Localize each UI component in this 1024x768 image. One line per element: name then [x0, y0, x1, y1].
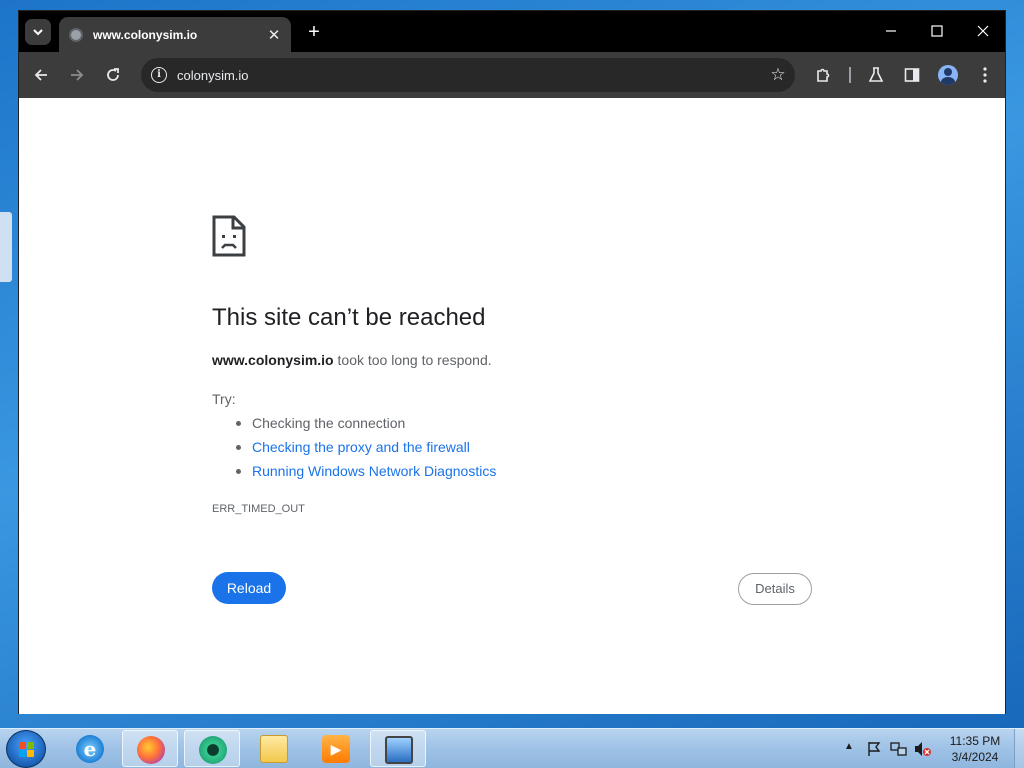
network-icon[interactable] — [890, 741, 908, 757]
side-panel-button[interactable] — [898, 61, 926, 89]
tab-search-button[interactable] — [25, 19, 51, 45]
error-title: This site can’t be reached — [212, 304, 486, 331]
maximize-icon — [931, 25, 943, 37]
minimize-button[interactable] — [871, 19, 911, 45]
sad-page-icon — [212, 215, 246, 257]
extensions-button[interactable] — [809, 61, 837, 89]
chevron-down-icon — [33, 28, 43, 35]
tab-colonysim[interactable]: www.colonysim.io ✕ — [59, 17, 291, 52]
reload-toolbar-button[interactable] — [99, 61, 127, 89]
address-bar[interactable]: i colonysim.io ☆ — [141, 58, 795, 92]
bookmark-star-icon[interactable]: ☆ — [761, 65, 795, 85]
globe-icon — [69, 27, 83, 42]
suggestion-network-diagnostics-link[interactable]: Running Windows Network Diagnostics — [235, 463, 496, 479]
info-icon[interactable]: i — [151, 67, 167, 83]
taskbar-media-player[interactable]: ▶ — [308, 730, 364, 767]
system-tray: ▲ — [844, 729, 936, 768]
browser-app-icon — [199, 736, 227, 764]
details-button[interactable]: Details — [738, 573, 812, 605]
taskbar-remote-desktop[interactable] — [370, 730, 426, 767]
error-code: ERR_TIMED_OUT — [212, 503, 305, 515]
menu-button[interactable] — [971, 61, 999, 89]
suggestion-check-proxy-link[interactable]: Checking the proxy and the firewall — [236, 439, 470, 455]
more-vertical-icon — [983, 67, 987, 83]
taskbar: e ▶ ▲ 11:35 PM 3/4/2024 — [0, 728, 1024, 768]
desktop-side-panel[interactable] — [0, 212, 12, 282]
arrow-left-icon — [34, 69, 47, 81]
show-desktop-button[interactable] — [1014, 729, 1024, 768]
back-button[interactable] — [27, 61, 55, 89]
taskbar-firefox[interactable] — [122, 730, 178, 767]
new-tab-button[interactable]: + — [301, 19, 327, 45]
error-desc-text: took too long to respond. — [333, 352, 492, 368]
media-player-icon: ▶ — [322, 735, 350, 763]
browser-window: www.colonysim.io ✕ + i colonysim.io ☆ Th… — [18, 10, 1006, 714]
start-button[interactable] — [6, 730, 46, 768]
close-window-button[interactable] — [963, 19, 1003, 45]
arrow-right-icon — [71, 69, 84, 81]
taskbar-chrome-beta[interactable] — [184, 730, 240, 767]
error-host: www.colonysim.io — [212, 352, 334, 368]
error-description: www.colonysim.io took too long to respon… — [212, 352, 492, 368]
tab-title: www.colonysim.io — [93, 27, 198, 42]
computer-monitor-icon — [385, 736, 413, 764]
refresh-icon — [107, 68, 119, 81]
url-text[interactable]: colonysim.io — [177, 68, 761, 83]
puzzle-icon — [817, 68, 830, 82]
clock[interactable]: 11:35 PM 3/4/2024 — [940, 733, 1010, 765]
folder-icon — [260, 735, 288, 763]
minimize-icon — [886, 30, 896, 32]
tab-strip: www.colonysim.io ✕ + — [19, 11, 1005, 52]
flask-icon — [868, 67, 884, 82]
taskbar-internet-explorer[interactable]: e — [62, 730, 118, 767]
internet-explorer-icon: e — [76, 735, 104, 763]
try-label: Try: — [212, 391, 236, 407]
browser-toolbar: i colonysim.io ☆ — [19, 52, 1005, 98]
side-panel-icon — [904, 68, 920, 82]
forward-button[interactable] — [63, 61, 91, 89]
clock-time: 11:35 PM — [949, 734, 1001, 748]
maximize-button[interactable] — [917, 19, 957, 45]
volume-muted-icon[interactable] — [914, 741, 932, 757]
reload-button[interactable]: Reload — [212, 572, 286, 604]
close-icon — [977, 25, 989, 37]
labs-button[interactable] — [862, 61, 890, 89]
page-content: This site can’t be reached www.colonysim… — [19, 98, 1005, 714]
close-tab-icon[interactable]: ✕ — [265, 26, 283, 44]
suggestion-check-connection: Checking the connection — [235, 415, 406, 431]
windows-logo-icon — [19, 742, 35, 758]
firefox-icon — [137, 736, 165, 764]
toolbar-divider — [849, 67, 851, 83]
action-center-flag-icon[interactable] — [866, 741, 882, 757]
clock-date: 3/4/2024 — [951, 750, 999, 764]
taskbar-file-explorer[interactable] — [246, 730, 302, 767]
profile-avatar-icon[interactable] — [938, 65, 958, 85]
show-hidden-icons-icon[interactable]: ▲ — [844, 741, 854, 752]
